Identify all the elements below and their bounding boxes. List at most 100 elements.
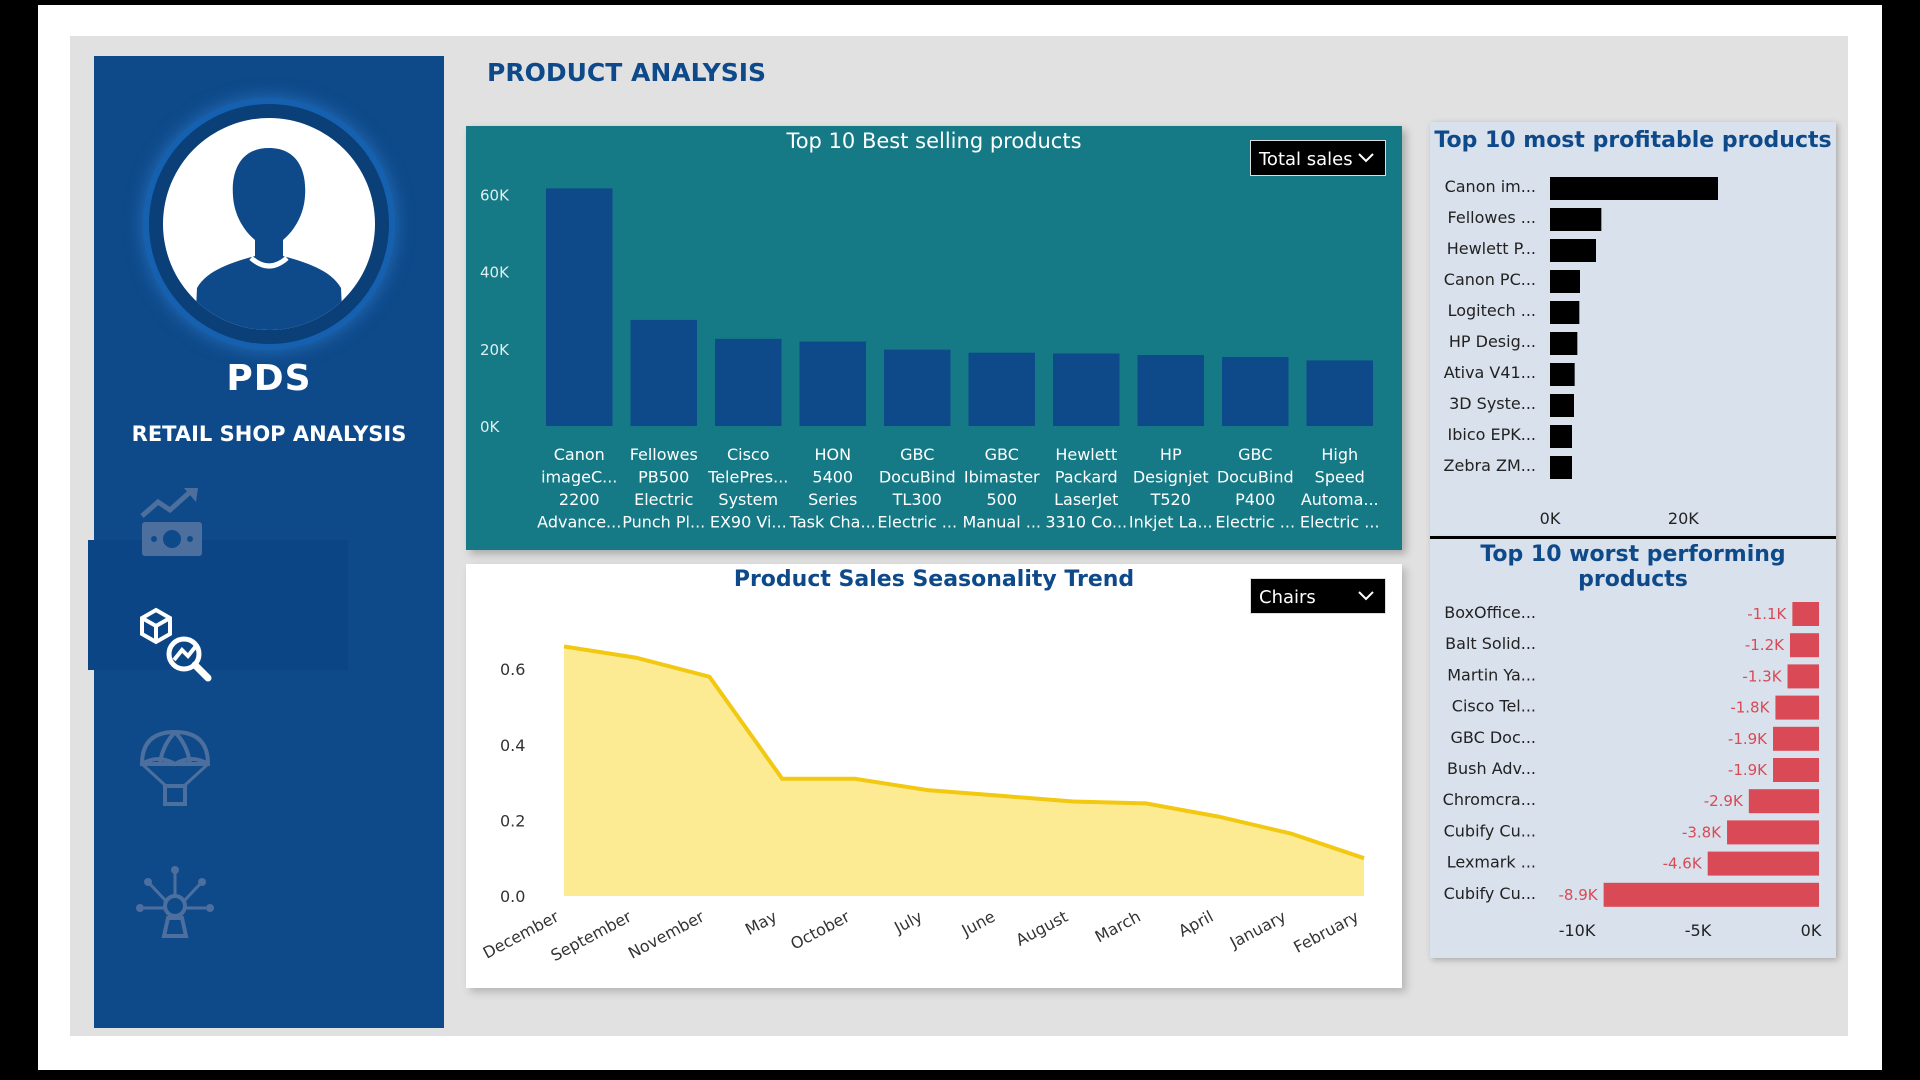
y-tick-label: Cubify Cu... [1444, 884, 1536, 903]
sales-chart-icon[interactable] [130, 480, 220, 570]
best-selling-chart: 0K 20K 40K 60K Canon imageC... 2200 Advance... F… [480, 187, 1380, 532]
bar [1727, 820, 1819, 845]
bar [1550, 425, 1572, 448]
product-analysis-icon[interactable] [130, 600, 220, 690]
bar [1773, 758, 1819, 782]
x-tick-label: 20K [1668, 509, 1699, 528]
x-tick-label: November [625, 907, 708, 963]
bar [884, 349, 951, 426]
area-fill [564, 646, 1364, 896]
x-tick-label: LaserJet [1054, 490, 1118, 509]
x-tick-label: Electric ... [877, 513, 957, 532]
brand-title: PDS [226, 358, 312, 399]
y-tick-label: Cubify Cu... [1444, 821, 1536, 840]
x-tick-label: 2200 [559, 490, 600, 509]
brand-subtitle: RETAIL SHOP ANALYSIS [131, 422, 407, 446]
x-tick-label: August [1013, 907, 1071, 950]
y-tick-label: Hewlett P... [1447, 239, 1536, 258]
y-tick-label: 3D Syste... [1449, 394, 1536, 413]
x-tick-label: 500 [986, 490, 1017, 509]
x-tick-label: TL300 [892, 490, 942, 509]
x-tick-label: Packard [1055, 468, 1118, 487]
data-label: -2.9K [1704, 792, 1744, 810]
x-tick-label: February [1290, 907, 1362, 957]
x-tick-label: Fellowes [630, 445, 698, 464]
x-tick-label: 5400 [812, 468, 853, 487]
bar [1789, 633, 1819, 658]
y-tick-label: Fellowes ... [1448, 208, 1536, 227]
x-tick-label: GBC [1238, 445, 1272, 464]
x-tick-label: Inkjet La... [1129, 513, 1213, 532]
bar [1550, 332, 1578, 355]
x-tick-label: Electric ... [1300, 513, 1380, 532]
y-tick-label: Canon PC... [1444, 270, 1536, 289]
bar [799, 341, 866, 426]
bar [1550, 177, 1718, 200]
x-tick-label: Hewlett [1055, 445, 1117, 464]
bar [1550, 301, 1580, 324]
y-tick-label: Zebra ZM... [1444, 456, 1536, 475]
data-label: -4.6K [1663, 855, 1703, 873]
x-tick-label: DocuBind [879, 468, 956, 487]
x-tick-label: Electric [634, 490, 693, 509]
x-tick-label: Manual ... [963, 513, 1041, 532]
bar [1550, 394, 1574, 417]
x-tick-label: High [1321, 445, 1358, 464]
y-tick-label: Lexmark ... [1447, 853, 1536, 872]
data-label: -1.1K [1747, 605, 1787, 623]
bar [1550, 270, 1580, 293]
bar [1550, 363, 1575, 386]
y-tick-label: GBC Doc... [1450, 728, 1536, 747]
x-tick-label: TelePres... [707, 468, 788, 487]
worst-panel: Top 10 worst performing products BoxOffi… [1430, 538, 1836, 958]
x-tick-label: Automa... [1301, 490, 1379, 509]
y-tick-label: BoxOffice... [1444, 603, 1536, 622]
x-tick-label: June [958, 907, 999, 941]
x-tick-label: -5K [1685, 921, 1712, 940]
user-icon [195, 148, 343, 330]
x-tick-label: September [548, 907, 635, 965]
y-tick-label: 60K [480, 187, 510, 205]
data-label: -3.8K [1682, 823, 1722, 841]
parachute-icon[interactable] [130, 722, 220, 812]
y-tick-label: 0.0 [500, 887, 525, 906]
x-tick-label: Ibimaster [964, 468, 1040, 487]
x-tick-label: October [787, 907, 853, 954]
y-tick-label: Cisco Tel... [1452, 697, 1536, 716]
bar [1773, 726, 1819, 751]
data-label: -8.9K [1559, 886, 1599, 904]
x-tick-label: System [718, 490, 778, 509]
x-tick-label: T520 [1150, 490, 1191, 509]
bar [1748, 789, 1819, 814]
y-tick-label: Chromcra... [1443, 790, 1536, 809]
data-label: -1.9K [1728, 761, 1768, 779]
seasonality-chart: 0.00.20.40.6DecemberSeptemberNovember May… [480, 644, 1365, 965]
y-tick-label: 0.6 [500, 660, 525, 679]
bar [1787, 664, 1819, 689]
y-tick-label: 40K [480, 264, 510, 282]
data-label: -1.8K [1730, 699, 1770, 717]
best-selling-panel: Top 10 Best selling products Total sales… [466, 126, 1402, 550]
y-tick-label: 20K [480, 341, 510, 359]
x-tick-label: July [890, 907, 925, 938]
bar [630, 319, 697, 426]
x-tick-label: HP [1160, 445, 1182, 464]
bar [546, 188, 613, 426]
bar [1603, 882, 1819, 907]
insights-bulb-icon[interactable] [130, 862, 220, 952]
bar [1222, 356, 1289, 426]
bar [1550, 239, 1596, 262]
x-tick-label: DocuBind [1217, 468, 1294, 487]
x-tick-label: Speed [1315, 468, 1365, 487]
x-tick-label: May [742, 907, 780, 939]
x-tick-label: PB500 [638, 468, 689, 487]
x-tick-label: Punch Pl... [622, 513, 705, 532]
x-tick-label: GBC [985, 445, 1019, 464]
y-tick-label: Martin Ya... [1447, 665, 1536, 684]
y-tick-label: Ativa V41... [1444, 363, 1536, 382]
x-tick-label: EX90 Vi... [710, 513, 787, 532]
bar [715, 338, 782, 426]
x-tick-label: 0K [1540, 509, 1561, 528]
data-label: -1.9K [1728, 730, 1768, 748]
x-tick-label: Cisco [727, 445, 770, 464]
